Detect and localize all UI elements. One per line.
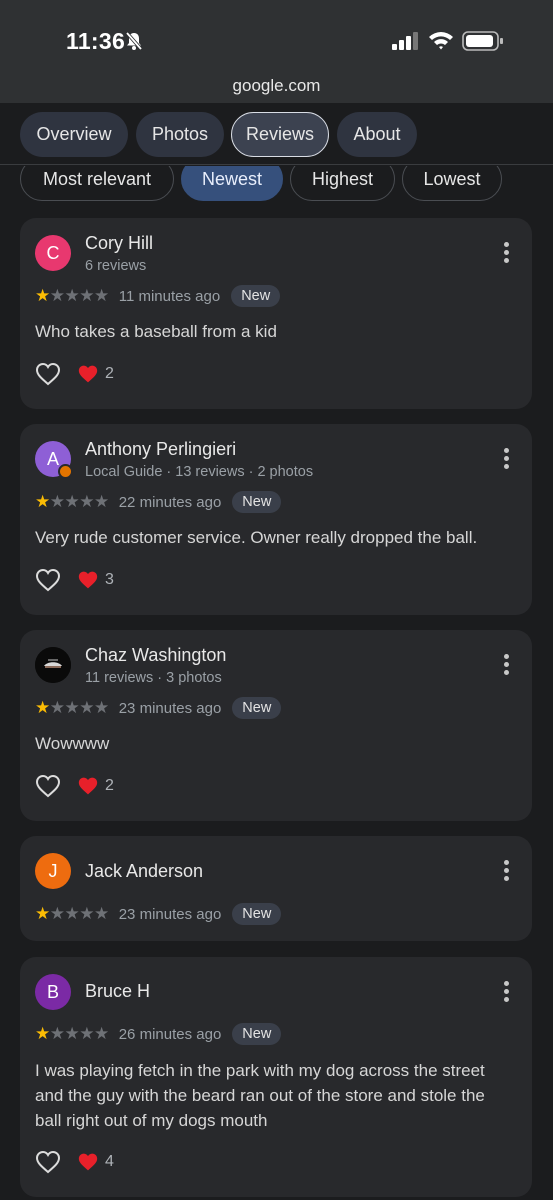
like-heart-icon[interactable] [35,774,61,798]
sort-highest[interactable]: Highest [290,166,395,201]
new-badge: New [232,697,282,719]
star-rating: ★★★★★ [35,698,109,717]
review-time: 22 minutes ago [118,493,222,511]
reaction-count: 2 [105,365,114,382]
more-options-icon[interactable] [502,654,510,676]
more-options-icon[interactable] [502,242,510,264]
reviewer-meta: 11 reviews · 3 photos [85,670,222,686]
rating-row: ★★★★★ 22 minutes ago New [35,490,282,514]
avatar[interactable]: J [35,853,71,889]
review-text: Wowwww [35,734,110,753]
reactions-row: 2 [35,772,114,800]
new-badge: New [232,903,282,925]
reviewer-name[interactable]: Bruce H [85,981,150,1002]
sort-newest[interactable]: Newest [181,166,283,201]
review-card: J Jack Anderson ★★★★★ 23 minutes ago New [20,836,532,941]
like-heart-icon[interactable] [35,362,61,386]
sort-most-relevant[interactable]: Most relevant [20,166,174,201]
review-text: Very rude customer service. Owner really… [35,528,478,547]
reviewer-name[interactable]: Cory Hill [85,233,153,254]
reaction-count: 2 [105,777,114,794]
star-rating: ★★★★★ [35,904,109,923]
tab-photos[interactable]: Photos [136,112,224,157]
place-tabs: Overview Photos Reviews About [0,103,553,165]
reviewer-name[interactable]: Chaz Washington [85,645,226,666]
red-heart-reaction-icon [78,1153,98,1171]
reactions-row: 2 [35,360,114,388]
review-card: Chaz Washington 11 reviews · 3 photos ★★… [20,630,532,821]
tab-reviews[interactable]: Reviews [231,112,329,157]
profile-photo-icon [35,647,71,683]
review-card: A Anthony Perlingieri Local Guide · 13 r… [20,424,532,615]
sort-chips: Most relevant Newest Highest Lowest [0,166,553,206]
reviewer-name[interactable]: Anthony Perlingieri [85,439,236,460]
cellular-signal-icon [392,32,418,50]
like-heart-icon[interactable] [35,1150,61,1174]
star-rating: ★★★★★ [35,492,109,511]
reviewer-meta: 6 reviews [85,258,147,274]
rating-row: ★★★★★ 23 minutes ago New [35,902,282,926]
more-options-icon[interactable] [502,981,510,1003]
red-heart-reaction-icon [78,571,98,589]
bell-muted-icon [125,31,143,51]
reaction-count: 4 [105,1153,114,1170]
clock: 11:36 [66,28,126,54]
tab-overview[interactable]: Overview [20,112,128,157]
tab-about[interactable]: About [337,112,417,157]
review-text: I was playing fetch in the park with my … [35,1061,485,1130]
review-time: 11 minutes ago [118,287,221,305]
review-text: Who takes a baseball from a kid [35,322,277,341]
like-heart-icon[interactable] [35,568,61,592]
reviewer-meta: Local Guide · 13 reviews · 2 photos [85,464,314,480]
star-rating: ★★★★★ [35,286,109,305]
local-guide-badge-icon [58,464,73,479]
review-time: 23 minutes ago [118,905,222,923]
rating-row: ★★★★★ 26 minutes ago New [35,1022,282,1046]
reactions-row: 3 [35,566,114,594]
star-rating: ★★★★★ [35,1024,109,1043]
reviewer-name[interactable]: Jack Anderson [85,861,203,882]
rating-row: ★★★★★ 23 minutes ago New [35,696,282,720]
more-options-icon[interactable] [502,448,510,470]
avatar[interactable] [35,647,71,683]
reactions-row: 4 [35,1148,114,1176]
battery-icon [462,31,503,51]
status-bar: 11:36 google.com [0,0,553,103]
new-badge: New [232,1023,282,1045]
new-badge: New [232,491,282,513]
new-badge: New [231,285,281,307]
more-options-icon[interactable] [502,860,510,882]
red-heart-reaction-icon [78,777,98,795]
review-time: 26 minutes ago [118,1025,222,1043]
avatar[interactable]: B [35,974,71,1010]
review-card: C Cory Hill 6 reviews ★★★★★ 11 minutes a… [20,218,532,409]
review-time: 23 minutes ago [118,699,222,717]
rating-row: ★★★★★ 11 minutes ago New [35,284,281,308]
sort-lowest[interactable]: Lowest [402,166,502,201]
address-bar-url[interactable]: google.com [0,76,553,96]
red-heart-reaction-icon [78,365,98,383]
wifi-icon [429,32,453,50]
avatar[interactable]: C [35,235,71,271]
review-card: B Bruce H ★★★★★ 26 minutes ago New I was… [20,957,532,1197]
reaction-count: 3 [105,571,114,588]
